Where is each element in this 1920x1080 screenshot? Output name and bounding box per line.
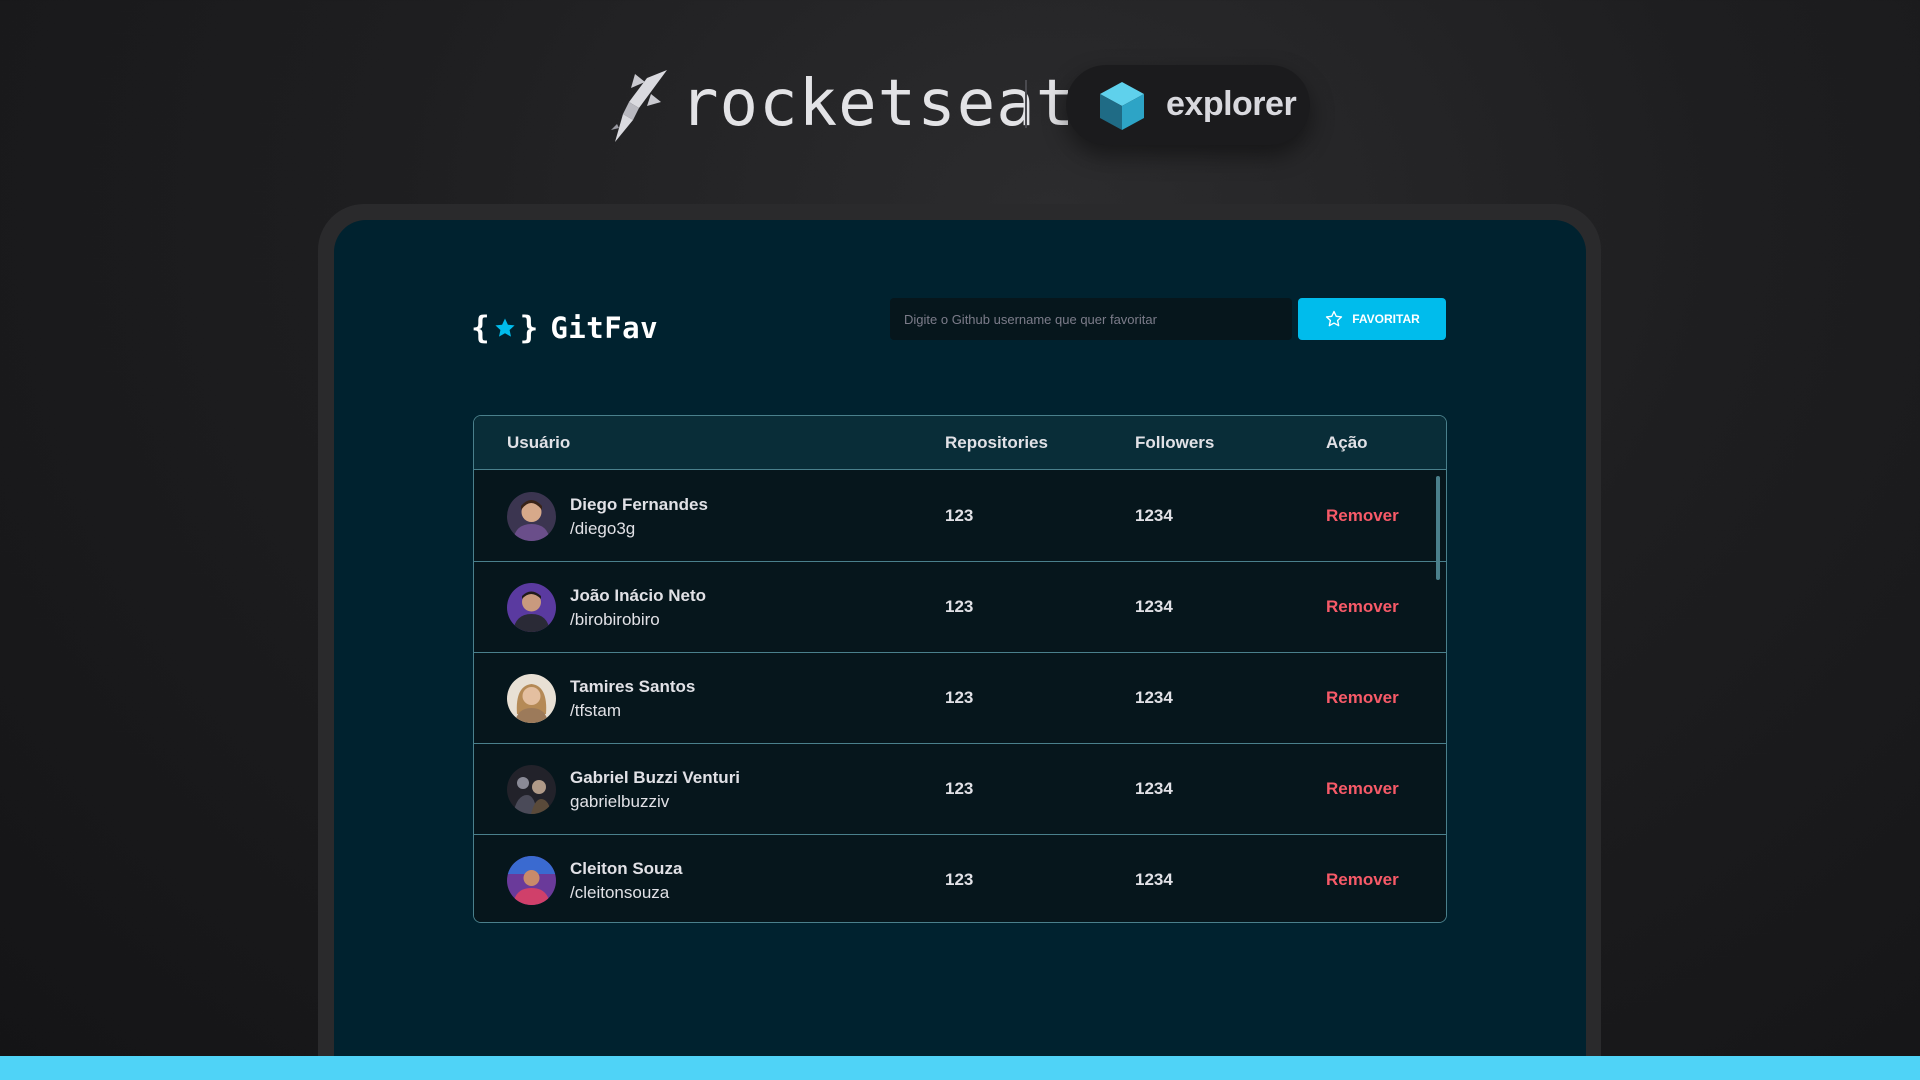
- user-name: Diego Fernandes: [570, 495, 708, 514]
- favoritar-button[interactable]: FAVORITAR: [1298, 298, 1446, 340]
- user-login[interactable]: /birobirobiro: [570, 610, 660, 630]
- avatar: [507, 583, 556, 632]
- brand-header: rocketseat explorer: [0, 64, 1920, 148]
- table-scrollbar[interactable]: [1436, 476, 1440, 580]
- table-row: Gabriel Buzzi Venturi gabrielbuzziv 123 …: [474, 744, 1446, 835]
- remove-button[interactable]: Remover: [1326, 506, 1399, 526]
- header-usuario: Usuário: [507, 433, 571, 452]
- repositories-count: 123: [945, 688, 974, 707]
- star-icon: [495, 318, 515, 337]
- header-followers: Followers: [1135, 433, 1215, 452]
- app-title: GitFav: [550, 311, 659, 345]
- avatar: [507, 856, 556, 905]
- remove-button[interactable]: Remover: [1326, 688, 1399, 708]
- gitfav-logo: { } GitFav: [471, 308, 658, 348]
- explorer-badge: explorer: [1066, 65, 1310, 145]
- repositories-count: 123: [945, 870, 974, 889]
- user-avatar-icon: [507, 765, 556, 814]
- user-name: Cleiton Souza: [570, 859, 683, 878]
- avatar: [507, 765, 556, 814]
- table-row: João Inácio Neto /birobirobiro 123 1234 …: [474, 562, 1446, 653]
- rocketseat-wordmark: rocketseat: [680, 67, 1076, 141]
- rocket-icon: [611, 70, 667, 142]
- repositories-count: 123: [945, 597, 974, 616]
- header-acao: Ação: [1326, 433, 1368, 452]
- user-login[interactable]: /tfstam: [570, 701, 621, 721]
- brace-close: }: [519, 310, 539, 346]
- table-row: Cleiton Souza /cleitonsouza 123 1234 Rem…: [474, 835, 1446, 922]
- avatar: [507, 492, 556, 541]
- followers-count: 1234: [1135, 506, 1173, 525]
- explorer-cube-icon: [1100, 82, 1144, 130]
- user-login[interactable]: gabrielbuzziv: [570, 792, 669, 812]
- brand-divider: [1025, 80, 1027, 128]
- user-name: João Inácio Neto: [570, 586, 707, 605]
- header-repositories: Repositories: [945, 433, 1048, 452]
- user-avatar-icon: [507, 856, 556, 905]
- repositories-count: 123: [945, 506, 974, 525]
- remove-button[interactable]: Remover: [1326, 597, 1399, 617]
- table-header: Usuário Repositories Followers Ação: [474, 416, 1446, 470]
- explorer-label: explorer: [1166, 85, 1297, 123]
- github-username-input[interactable]: [890, 298, 1292, 340]
- followers-count: 1234: [1135, 870, 1173, 889]
- user-name: Gabriel Buzzi Venturi: [570, 768, 741, 787]
- star-outline-icon: [1326, 310, 1343, 327]
- followers-count: 1234: [1135, 597, 1173, 616]
- table-row: Diego Fernandes /diego3g 123 1234 Remove…: [474, 471, 1446, 562]
- user-avatar-icon: [507, 492, 556, 541]
- user-name: Tamires Santos: [570, 677, 696, 696]
- bottom-accent-bar: [0, 1056, 1920, 1080]
- repositories-count: 123: [945, 779, 974, 798]
- remove-button[interactable]: Remover: [1326, 779, 1399, 799]
- user-login[interactable]: /diego3g: [570, 519, 635, 539]
- favorites-table: Usuário Repositories Followers Ação Dieg…: [473, 415, 1447, 923]
- favoritar-label: FAVORITAR: [1352, 312, 1420, 326]
- user-login[interactable]: /cleitonsouza: [570, 883, 669, 903]
- user-avatar-icon: [507, 674, 556, 723]
- followers-count: 1234: [1135, 779, 1173, 798]
- brace-open: {: [471, 310, 490, 346]
- app-screen: { } GitFav FAVORITAR Usuário Repositorie…: [334, 220, 1586, 1080]
- table-row: Tamires Santos /tfstam 123 1234 Remover: [474, 653, 1446, 744]
- user-avatar-icon: [507, 583, 556, 632]
- followers-count: 1234: [1135, 688, 1173, 707]
- avatar: [507, 674, 556, 723]
- remove-button[interactable]: Remover: [1326, 870, 1399, 890]
